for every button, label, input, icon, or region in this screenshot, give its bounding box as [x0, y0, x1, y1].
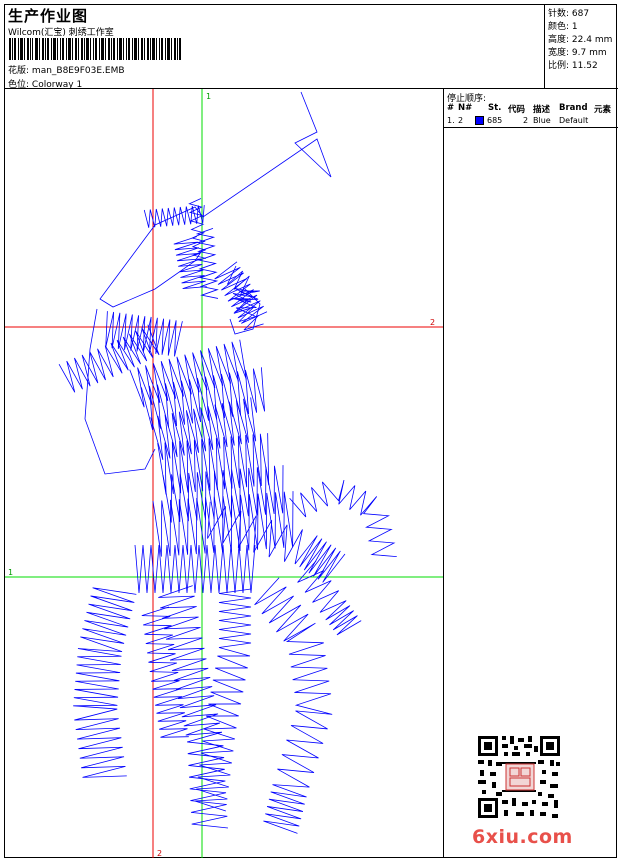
stat-width-label: 宽度:: [548, 48, 570, 58]
guide-h1-label: 1: [8, 568, 13, 577]
stat-width-value: 9.7 mm: [571, 48, 607, 58]
guide-v2-label: 2: [157, 849, 162, 858]
row-stitches: 685: [487, 116, 503, 125]
stat-colors-value: 1: [571, 22, 578, 32]
row-description: Blue: [533, 116, 551, 125]
color-swatch: [475, 116, 484, 125]
stitch-paths: [58, 91, 397, 834]
guide-v1-label: 1: [206, 92, 211, 101]
stat-scale: 比例: 11.52: [548, 58, 598, 71]
stat-stitches: 针数: 687: [548, 6, 589, 19]
col-needle: N#: [458, 103, 473, 113]
design-name: man_B8E9F03E.EMB: [31, 66, 125, 76]
stat-height: 高度: 22.4 mm: [548, 32, 612, 45]
row-brand: Default: [559, 116, 589, 125]
stat-stitches-label: 针数:: [548, 9, 570, 19]
col-element: 元素: [594, 105, 612, 115]
col-code: 代码: [508, 105, 526, 115]
stat-scale-value: 11.52: [571, 61, 598, 71]
guide-h2-label: 2: [430, 318, 435, 327]
col-brand: Brand: [559, 103, 588, 113]
stat-stitches-value: 687: [571, 9, 590, 19]
table-divider: [444, 127, 618, 128]
stitch-preview: 1 2 1 2: [5, 89, 443, 858]
barcode: [9, 38, 181, 60]
row-needle: 2: [458, 116, 464, 125]
design-stats: 针数: 687 颜色: 1 高度: 22.4 mm 宽度: 9.7 mm 比例:…: [545, 5, 618, 89]
stat-width: 宽度: 9.7 mm: [548, 45, 607, 58]
production-worksheet: 生产作业图 Wilcom(汇宝) 刺绣工作室 花版: man_B8E9F03E.…: [4, 4, 618, 858]
col-index: #: [447, 103, 455, 113]
stat-height-value: 22.4 mm: [571, 35, 613, 45]
col-description: 描述: [533, 105, 551, 115]
qr-code: [476, 734, 562, 820]
company-name: Wilcom(汇宝) 刺绣工作室: [8, 28, 114, 38]
stat-scale-label: 比例:: [548, 61, 570, 71]
design-label: 花版:: [8, 66, 30, 76]
stitch-preview-svg: 1 2 1 2: [5, 89, 443, 858]
page-title: 生产作业图: [8, 7, 89, 25]
stat-colors-label: 颜色:: [548, 22, 570, 32]
stat-colors: 颜色: 1: [548, 19, 578, 32]
worksheet-header: 生产作业图 Wilcom(汇宝) 刺绣工作室 花版: man_B8E9F03E.…: [5, 5, 545, 90]
row-index: 1.: [447, 116, 455, 125]
site-watermark: 6xiu.com: [472, 826, 573, 848]
stat-height-label: 高度:: [548, 35, 570, 45]
design-file: 花版: man_B8E9F03E.EMB: [8, 63, 125, 76]
col-stitches: St.: [488, 103, 502, 113]
row-code: 2: [523, 116, 529, 125]
